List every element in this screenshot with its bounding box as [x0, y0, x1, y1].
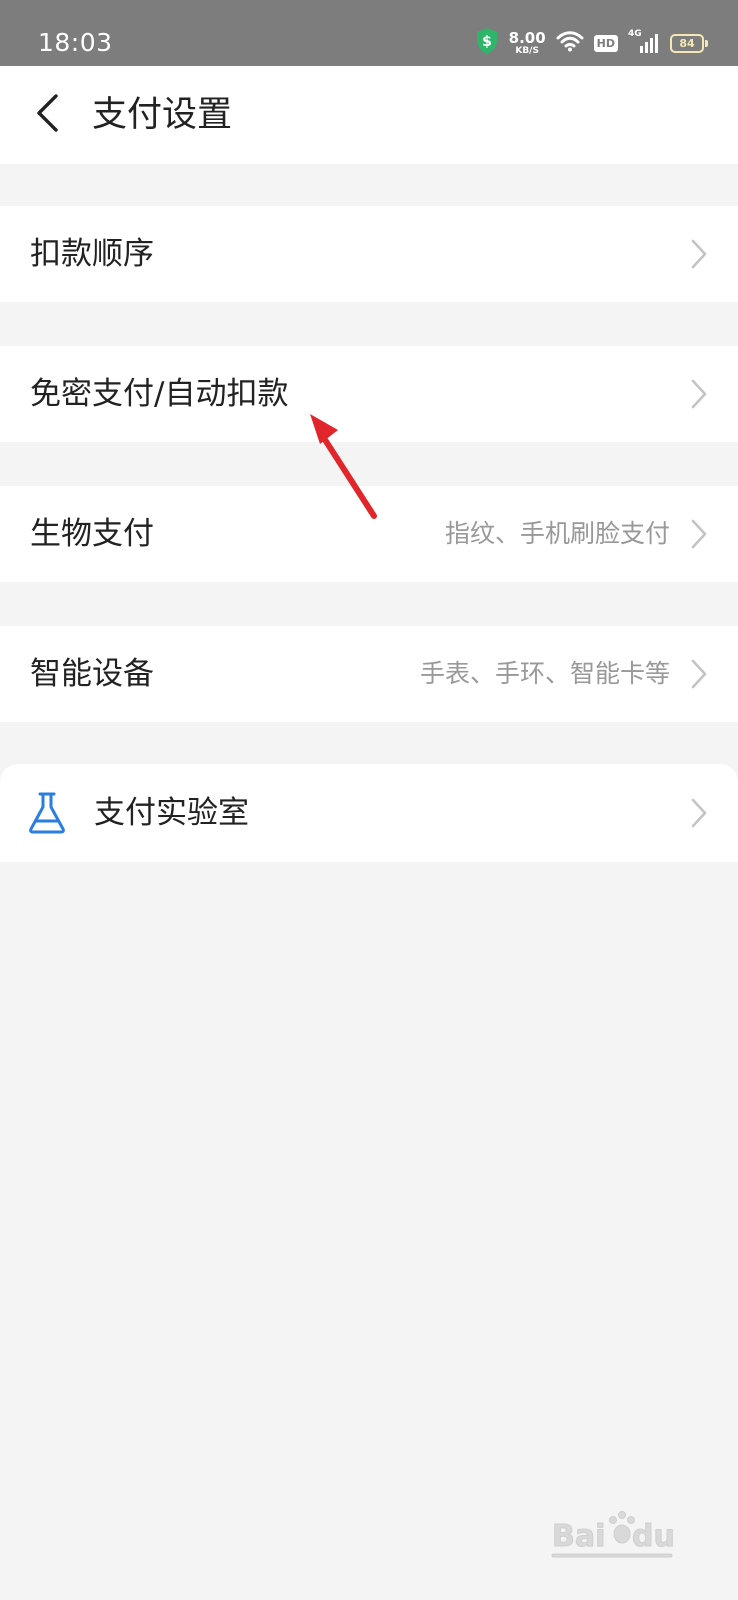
status-bar: 18:03 $ 8.00 KB/S HD 4G 84: [0, 0, 738, 66]
page-title: 支付设置: [92, 95, 233, 135]
signal-icon: 4G: [628, 29, 660, 55]
settings-item-biometric-payment[interactable]: 生物支付 指纹、手机刷脸支付: [0, 486, 738, 582]
wifi-icon: [556, 30, 584, 56]
settings-item-smart-devices[interactable]: 智能设备 手表、手环、智能卡等: [0, 626, 738, 722]
back-button[interactable]: [22, 86, 72, 144]
chevron-left-icon: [34, 93, 60, 137]
hd-badge: HD: [593, 34, 618, 52]
settings-item-label: 生物支付: [30, 516, 154, 552]
settings-item-payment-lab[interactable]: 支付实验室: [0, 764, 738, 862]
settings-item-label: 免密支付/自动扣款: [30, 376, 289, 412]
status-time: 18:03: [38, 28, 113, 57]
battery-icon: 84: [670, 33, 708, 53]
settings-item-desc: 手表、手环、智能卡等: [419, 659, 670, 688]
svg-text:Bai: Bai: [552, 1519, 605, 1554]
settings-item-label: 智能设备: [30, 656, 154, 692]
settings-item-label: 支付实验室: [94, 795, 249, 831]
net-speed-unit: KB/S: [515, 45, 539, 56]
battery-level: 84: [670, 33, 704, 53]
net-speed-value: 8.00: [508, 28, 546, 47]
baidu-watermark-logo: Bai du: [551, 1511, 675, 1558]
status-icons: $ 8.00 KB/S HD 4G 84: [475, 26, 708, 60]
settings-item-label: 扣款顺序: [30, 236, 154, 272]
settings-item-password-free-payment[interactable]: 免密支付/自动扣款: [0, 346, 738, 442]
net-speed: 8.00 KB/S: [508, 28, 546, 56]
chevron-right-icon: [688, 517, 710, 551]
chevron-right-icon: [688, 657, 710, 691]
svg-text:du: du: [632, 1519, 675, 1554]
header: 支付设置: [0, 66, 738, 164]
settings-item-desc: 指纹、手机刷脸支付: [444, 519, 670, 548]
svg-text:$: $: [482, 34, 492, 50]
chevron-right-icon: [688, 377, 710, 411]
flask-icon: [26, 791, 68, 835]
settings-item-deduction-order[interactable]: 扣款顺序: [0, 206, 738, 302]
shield-icon: $: [475, 27, 499, 59]
chevron-right-icon: [688, 237, 710, 271]
chevron-right-icon: [688, 796, 710, 830]
